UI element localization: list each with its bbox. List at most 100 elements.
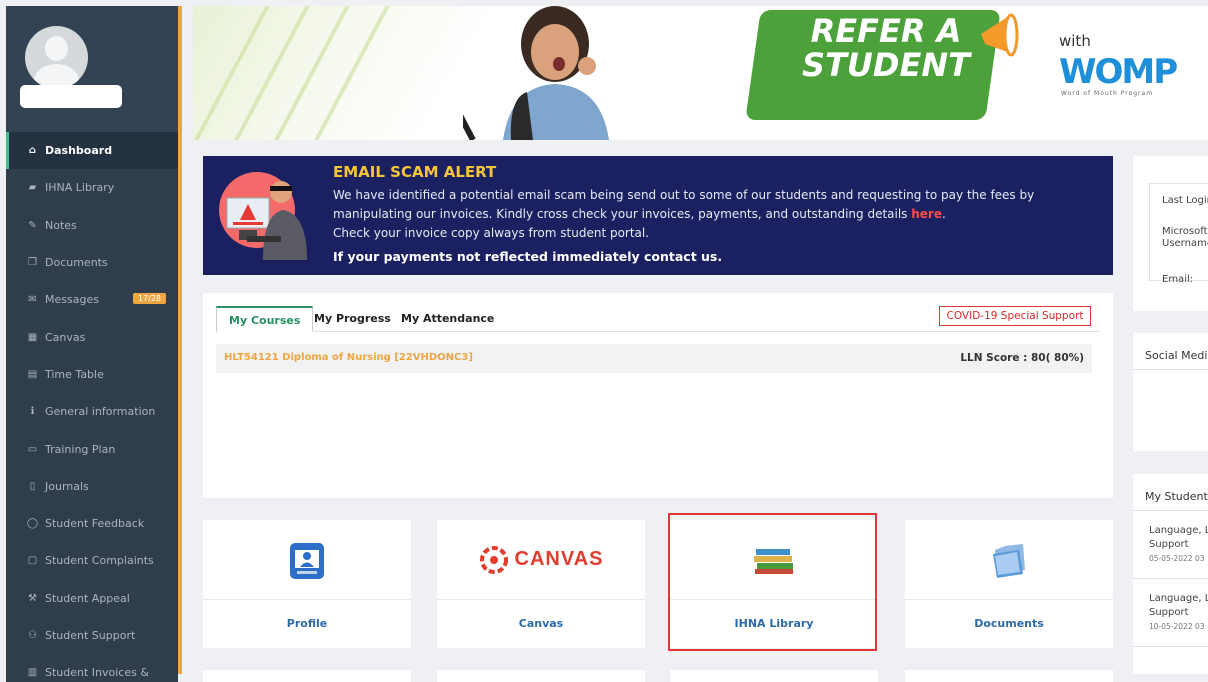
alert-line-1: We have identified a potential email sca…	[333, 188, 1035, 202]
tab-my-attendance[interactable]: My Attendance	[389, 306, 506, 332]
sidebar-item-label: IHNA Library	[45, 181, 115, 195]
refer-banner[interactable]: REFER A STUDENT with WOMP Word of Mouth …	[193, 6, 1208, 140]
alert-line-2-text: manipulating our invoices. Kindly cross …	[333, 207, 912, 221]
sidebar-item-label: Journals	[45, 479, 89, 493]
social-media-title: Social Media	[1145, 349, 1208, 362]
comment-icon: ◯	[26, 518, 39, 530]
sidebar-item-label: Student Invoices &	[45, 666, 149, 680]
tab-my-courses[interactable]: My Courses	[216, 306, 314, 332]
invoice-icon: ▥	[27, 667, 38, 679]
canvas-logo-text: CANVAS	[514, 548, 604, 570]
sidebar-item-label: Student Support	[45, 629, 136, 642]
alert-title: EMAIL SCAM ALERT	[333, 163, 497, 181]
my-student-title: My Student	[1145, 490, 1208, 503]
sidebar-item-documents[interactable]: ❐ Documents	[6, 244, 178, 281]
womp-logo: WOMP	[1059, 52, 1178, 92]
tile-row-2[interactable]	[437, 670, 645, 682]
sidebar-item-messages[interactable]: ✉ Messages 17/28	[6, 281, 178, 318]
last-login-label: Last Login	[1162, 195, 1208, 206]
canvas-logo-icon	[479, 545, 508, 574]
tile-row-2[interactable]	[670, 670, 878, 682]
card-divider	[1133, 369, 1208, 370]
tile-documents-label[interactable]: Documents	[905, 600, 1113, 648]
with-text: with	[1059, 32, 1091, 50]
tile-documents-image	[905, 520, 1113, 600]
tab-my-progress[interactable]: My Progress	[302, 306, 403, 332]
avatar-head	[45, 36, 68, 61]
sidebar-accent-bar	[178, 6, 182, 674]
messages-count-badge: 17/28	[132, 293, 166, 305]
tile-profile[interactable]: Profile	[203, 520, 411, 648]
info-icon: ℹ	[30, 406, 35, 418]
megaphone-icon	[981, 13, 1019, 57]
alert-line-2-end: .	[942, 207, 946, 221]
tile-profile-label[interactable]: Profile	[203, 600, 411, 648]
sidebar-item-student-complaints[interactable]: ▢ Student Complaints	[6, 542, 178, 579]
tile-row-2[interactable]	[203, 670, 411, 682]
tile-row-2[interactable]	[905, 670, 1113, 682]
scam-alert-icon	[219, 172, 307, 260]
here-link[interactable]: here	[911, 207, 942, 221]
copy-icon: ❐	[28, 257, 37, 269]
refer-line-2: STUDENT	[802, 46, 970, 84]
tile-canvas[interactable]: CANVAS Canvas	[437, 520, 645, 648]
username-label: Username	[1162, 238, 1208, 249]
tile-canvas-label[interactable]: Canvas	[437, 600, 645, 648]
news-item-1-date: 05-05-2022 03	[1149, 554, 1205, 563]
tile-documents[interactable]: Documents	[905, 520, 1113, 648]
avatar[interactable]	[25, 26, 88, 89]
tile-profile-image	[203, 520, 411, 600]
sidebar-item-dashboard[interactable]: ⌂ Dashboard	[6, 132, 178, 170]
news-item-2-line1[interactable]: Language, L	[1149, 592, 1208, 605]
sidebar-item-notes[interactable]: ✎ Notes	[6, 207, 178, 244]
folder-icon	[993, 543, 1025, 578]
sidebar-item-student-invoices[interactable]: ▥ Student Invoices &	[6, 654, 178, 682]
sidebar-item-journals[interactable]: ▯ Journals	[6, 468, 178, 505]
card-divider	[1133, 646, 1208, 647]
news-item-1-line2[interactable]: Support	[1149, 538, 1189, 551]
sidebar-item-canvas[interactable]: ▦ Canvas	[6, 318, 178, 355]
email-scam-alert: EMAIL SCAM ALERT We have identified a po…	[203, 156, 1113, 275]
alert-line-2: manipulating our invoices. Kindly cross …	[333, 205, 1103, 224]
student-image	[463, 6, 609, 140]
users-icon: ⚇	[28, 630, 37, 641]
sidebar-item-label: Messages	[45, 293, 99, 307]
news-item-1-line1[interactable]: Language, L	[1149, 524, 1208, 537]
sidebar-item-student-support[interactable]: ⚇ Student Support	[6, 617, 178, 654]
news-item-2-date: 10-05-2022 03	[1149, 622, 1205, 631]
calendar-icon: ▭	[27, 443, 38, 455]
sidebar-item-training-plan[interactable]: ▭ Training Plan	[6, 430, 178, 467]
course-name[interactable]: HLT54121 Diploma of Nursing [22VHDONC3]	[224, 352, 473, 363]
banner-stripe	[193, 6, 274, 140]
calendar-icon: ▤	[27, 368, 38, 380]
sidebar-item-label: Training Plan	[45, 442, 116, 456]
email-label: Email:	[1162, 274, 1194, 285]
sidebar-item-student-feedback[interactable]: ◯ Student Feedback	[6, 505, 178, 542]
my-student-card: My Student Language, L Support 05-05-202…	[1133, 474, 1208, 674]
alert-line-4: If your payments not reflected immediate…	[333, 249, 723, 264]
login-info-card: Last Login Microsoft Username Email:	[1133, 156, 1208, 311]
sidebar-item-label: Student Feedback	[45, 517, 145, 531]
social-media-card: Social Media	[1133, 333, 1208, 451]
sidebar-item-ihna-library[interactable]: ▰ IHNA Library	[6, 169, 178, 206]
refer-line-1: REFER A	[810, 12, 962, 50]
gavel-icon: ⚒	[28, 592, 37, 604]
tile-canvas-image: CANVAS	[437, 520, 645, 600]
sidebar-item-label: Documents	[45, 256, 108, 270]
edit-icon: ✎	[28, 219, 37, 231]
sidebar-nav: ⌂ Dashboard ▰ IHNA Library ✎ Notes ❐ Documents ✉…	[6, 132, 178, 682]
sidebar-item-label: Student Appeal	[45, 591, 130, 605]
alert-line-3: Check your invoice copy always from stud…	[333, 226, 650, 240]
user-name-box	[20, 85, 122, 108]
alert-body: We have identified a potential email sca…	[333, 186, 1103, 243]
news-item-2-line2[interactable]: Support	[1149, 606, 1189, 619]
sidebar-item-label: Student Complaints	[45, 554, 154, 568]
sidebar-item-general-information[interactable]: ℹ General information	[6, 393, 178, 430]
sidebar-item-student-appeal[interactable]: ⚒ Student Appeal	[6, 580, 178, 617]
comment-alt-icon: ▢	[27, 555, 38, 567]
course-row[interactable]: HLT54121 Diploma of Nursing [22VHDONC3] …	[216, 344, 1092, 373]
microsoft-label: Microsoft	[1162, 226, 1208, 237]
covid-support-button[interactable]: COVID-19 Special Support	[939, 306, 1091, 326]
sidebar-profile	[6, 6, 178, 132]
sidebar-item-time-table[interactable]: ▤ Time Table	[6, 356, 178, 393]
